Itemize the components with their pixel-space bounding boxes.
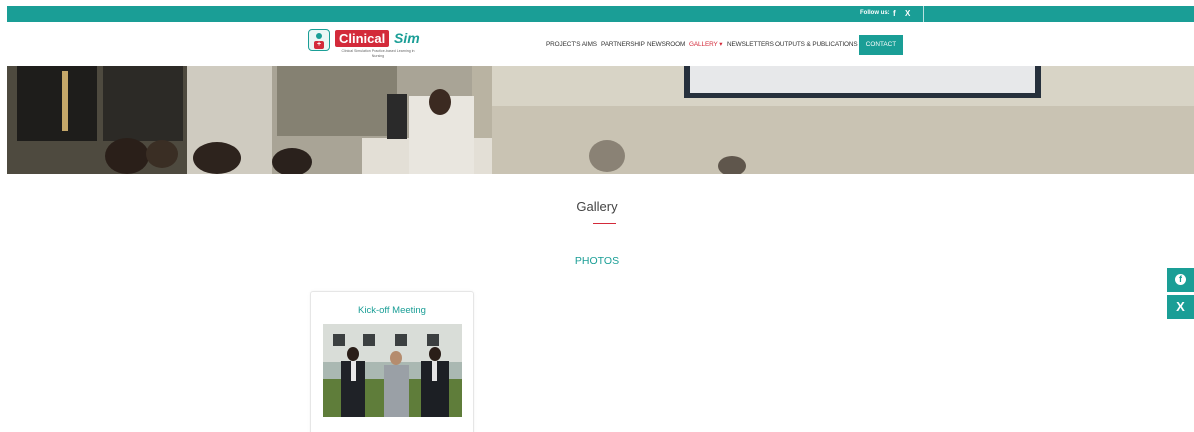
side-facebook-button[interactable]: f <box>1167 268 1194 292</box>
album-thumbnail[interactable] <box>323 324 462 417</box>
topbar-divider <box>923 6 924 22</box>
nav-item-gallery[interactable]: GALLERY ▾ <box>689 35 722 55</box>
facebook-icon: f <box>1175 274 1186 285</box>
nav-item-newsroom[interactable]: NEWSROOM <box>647 35 685 55</box>
logo-nurse-icon: + <box>308 29 330 51</box>
nav-item-partnership[interactable]: PARTNERSHIP <box>601 35 645 55</box>
site-header: + Clinical Sim Clinical Simulation Pract… <box>0 22 1194 66</box>
facebook-icon[interactable]: f <box>893 8 896 19</box>
logo-brand-accent: Sim <box>394 30 420 46</box>
album-photo-group <box>323 324 462 417</box>
album-title[interactable]: Kick-off Meeting <box>311 304 473 317</box>
nav-item-projects-aims[interactable]: PROJECT'S AIMS <box>546 35 597 55</box>
logo-brand-main: Clinical <box>335 30 390 47</box>
nav-item-outputs-publications[interactable]: OUTPUTS & PUBLICATIONS <box>775 35 858 55</box>
logo-tagline: Clinical Simulation Practice-based Learn… <box>341 49 415 58</box>
section-heading-photos: PHOTOS <box>574 255 620 267</box>
top-bar: Follow us: f X <box>7 6 1194 22</box>
site-logo[interactable]: + Clinical Sim Clinical Simulation Pract… <box>308 29 420 62</box>
album-card-kick-off-meeting[interactable]: Kick-off Meeting <box>310 291 474 432</box>
x-twitter-icon[interactable]: X <box>905 8 910 19</box>
hero-photo-conference-room <box>7 66 1194 174</box>
page-title: Gallery <box>576 199 618 214</box>
contact-button[interactable]: CONTACT <box>859 35 903 55</box>
follow-us-label: Follow us: <box>860 10 890 16</box>
title-underline-divider <box>593 223 616 224</box>
side-x-button[interactable]: X <box>1167 295 1194 319</box>
nav-item-newsletters[interactable]: NEWSLETTERS <box>727 35 774 55</box>
hero-banner <box>7 66 1194 174</box>
